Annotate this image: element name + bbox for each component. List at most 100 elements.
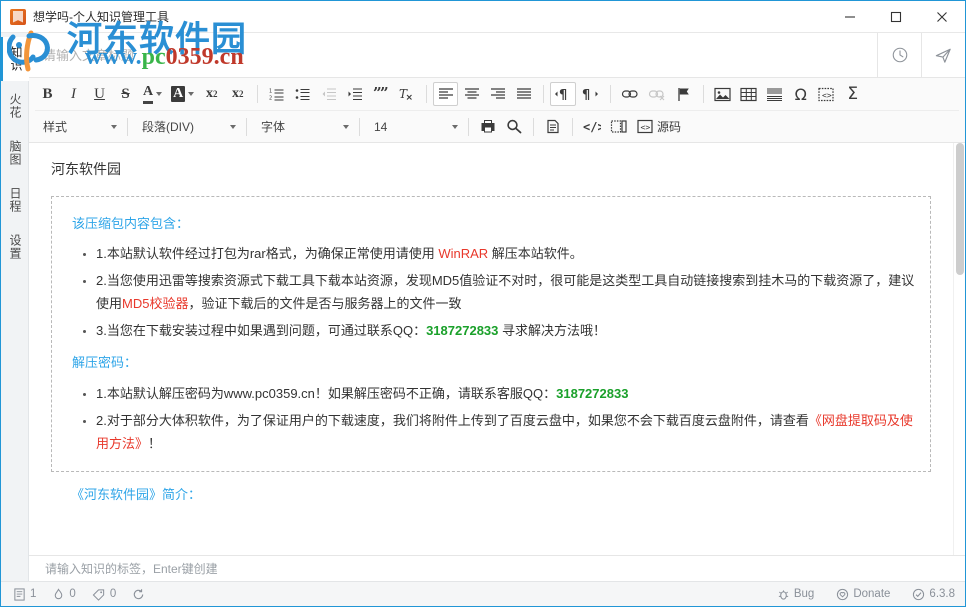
style-select-value: 样式 bbox=[43, 118, 67, 135]
sidebar-item-label: 知识 bbox=[9, 46, 23, 72]
source-code-button[interactable]: <> 源码 bbox=[633, 118, 685, 135]
editor-content[interactable]: 河东软件园 该压缩包内容包含： 1.本站默认软件经过打包为rar格式，为确保正常… bbox=[29, 143, 953, 555]
window-title: 想学吗-个人知识管理工具 bbox=[33, 8, 169, 25]
font-family-select[interactable]: 字体 bbox=[253, 115, 353, 139]
subscript-base: x bbox=[206, 86, 213, 102]
font-select-value: 字体 bbox=[261, 118, 285, 135]
maximize-button[interactable] bbox=[873, 1, 919, 33]
donate-link[interactable]: Donate bbox=[836, 588, 890, 601]
code-snippet-button[interactable]: </> bbox=[579, 115, 605, 139]
rich-text-3: 3.当您在下载安装过程中如果遇到问题，可通过联系QQ：3187272833 寻求… bbox=[96, 323, 606, 338]
insert-table-button[interactable] bbox=[736, 82, 761, 106]
rich-text-2: 2.当您使用迅雷等搜索资源式下载工具下载本站资源，发现MD5值验证不对时，很可能… bbox=[96, 273, 914, 311]
spark-count-value: 0 bbox=[69, 588, 75, 600]
svg-text:<>: <> bbox=[822, 91, 832, 100]
search-replace-button[interactable] bbox=[501, 115, 526, 139]
bold-button[interactable]: B bbox=[35, 82, 60, 106]
history-icon[interactable] bbox=[877, 33, 921, 77]
sidebar-item-label: 火花 bbox=[8, 93, 22, 119]
sidebar-item-schedule[interactable]: 日程 bbox=[1, 178, 29, 222]
background-color-icon: A bbox=[171, 86, 185, 102]
ordered-list-button[interactable]: 1 2 bbox=[264, 82, 289, 106]
unlink-button[interactable] bbox=[644, 82, 670, 106]
remove-format-button[interactable]: T bbox=[394, 82, 419, 106]
sync-button[interactable] bbox=[132, 588, 145, 601]
version-info: 6.3.8 bbox=[912, 588, 955, 601]
paragraph-format-select[interactable]: 段落(DIV) bbox=[134, 115, 240, 139]
insert-link-button[interactable] bbox=[617, 82, 643, 106]
sidebar-item-label: 日程 bbox=[8, 187, 22, 213]
close-button[interactable] bbox=[919, 1, 965, 33]
italic-button[interactable]: I bbox=[61, 82, 86, 106]
font-size-select[interactable]: 14 bbox=[366, 115, 462, 139]
note-count-value: 1 bbox=[30, 588, 36, 600]
editor-scrollbar[interactable] bbox=[953, 143, 965, 555]
align-justify-button[interactable] bbox=[511, 82, 536, 106]
strikethrough-button[interactable]: S bbox=[113, 82, 138, 106]
check-circle-icon bbox=[912, 588, 925, 601]
list-item: 2.当您使用迅雷等搜索资源式下载工具下载本站资源，发现MD5值验证不对时，很可能… bbox=[96, 270, 916, 316]
indent-button[interactable] bbox=[342, 82, 367, 106]
article-title-row bbox=[29, 33, 965, 78]
sidebar-item-mindmap[interactable]: 脑图 bbox=[1, 131, 29, 175]
sidebar-item-knowledge[interactable]: 知识 bbox=[1, 37, 29, 81]
status-bar-right: Bug Donate 6.3.8 bbox=[755, 588, 955, 601]
tag-input[interactable] bbox=[43, 561, 965, 577]
donate-label: Donate bbox=[853, 588, 890, 600]
toolbar-row-formatting: B I U S A A x2 x2 bbox=[35, 78, 959, 110]
chevron-down-icon bbox=[188, 92, 194, 96]
toolbar-row-selects: 样式 段落(DIV) 字体 14 bbox=[35, 110, 959, 142]
toolbar-divider bbox=[543, 85, 544, 103]
underline-button[interactable]: U bbox=[87, 82, 112, 106]
rtl-direction-button[interactable]: ¶ bbox=[577, 82, 603, 106]
font-size-value: 14 bbox=[374, 120, 387, 134]
editor-toolbar: B I U S A A x2 x2 bbox=[29, 78, 965, 143]
title-row-actions bbox=[877, 33, 965, 77]
sidebar-item-spark[interactable]: 火花 bbox=[1, 84, 29, 128]
title-bar: 想学吗-个人知识管理工具 bbox=[1, 1, 965, 33]
toolbar-divider bbox=[257, 85, 258, 103]
subscript-button[interactable]: x2 bbox=[199, 82, 224, 106]
align-left-button[interactable] bbox=[433, 82, 458, 106]
svg-text:¶: ¶ bbox=[582, 88, 590, 101]
application-window: 想学吗-个人知识管理工具 知识 火花 脑图 bbox=[0, 0, 966, 607]
spark-count: 0 bbox=[52, 588, 75, 601]
style-select[interactable]: 样式 bbox=[35, 115, 121, 139]
horizontal-rule-button[interactable] bbox=[762, 82, 787, 106]
toolbar-divider bbox=[127, 118, 128, 136]
text-color-button[interactable]: A bbox=[139, 82, 166, 106]
toolbar-divider bbox=[533, 118, 534, 136]
list-item: 1.本站默认软件经过打包为rar格式，为确保正常使用请使用 WinRAR 解压本… bbox=[96, 243, 916, 266]
unordered-list-button[interactable] bbox=[290, 82, 315, 106]
outdent-button[interactable] bbox=[316, 82, 341, 106]
article-title-input[interactable] bbox=[29, 33, 877, 77]
page-break-button[interactable] bbox=[606, 115, 632, 139]
ltr-direction-button[interactable]: ¶ bbox=[550, 82, 576, 106]
background-color-button[interactable]: A bbox=[167, 82, 198, 106]
anchor-flag-icon[interactable] bbox=[671, 82, 696, 106]
insert-image-button[interactable] bbox=[710, 82, 735, 106]
special-character-button[interactable]: Ω bbox=[788, 82, 813, 106]
note-count: 1 bbox=[13, 588, 36, 601]
minimize-button[interactable] bbox=[827, 1, 873, 33]
align-center-button[interactable] bbox=[459, 82, 484, 106]
section-heading-intro: 《河东软件园》简介： bbox=[71, 484, 931, 507]
send-icon[interactable] bbox=[921, 33, 965, 77]
align-right-button[interactable] bbox=[485, 82, 510, 106]
sidebar-item-settings[interactable]: 设置 bbox=[1, 225, 29, 269]
superscript-button[interactable]: x2 bbox=[225, 82, 250, 106]
app-logo-icon bbox=[10, 9, 26, 25]
tag-icon bbox=[92, 588, 106, 601]
source-code-label: 源码 bbox=[657, 118, 681, 135]
math-formula-button[interactable]: Σ bbox=[840, 82, 865, 106]
chevron-down-icon bbox=[343, 125, 349, 129]
template-button[interactable] bbox=[540, 115, 565, 139]
blockquote-button[interactable]: ” ” bbox=[368, 82, 393, 106]
svg-text:1: 1 bbox=[269, 89, 272, 95]
bug-report[interactable]: Bug bbox=[777, 588, 814, 601]
code-block-button[interactable]: <> bbox=[814, 82, 839, 106]
chevron-down-icon bbox=[230, 125, 236, 129]
print-preview-button[interactable] bbox=[475, 115, 500, 139]
scrollbar-thumb[interactable] bbox=[956, 143, 964, 275]
section-heading-package: 该压缩包内容包含： bbox=[72, 213, 916, 236]
